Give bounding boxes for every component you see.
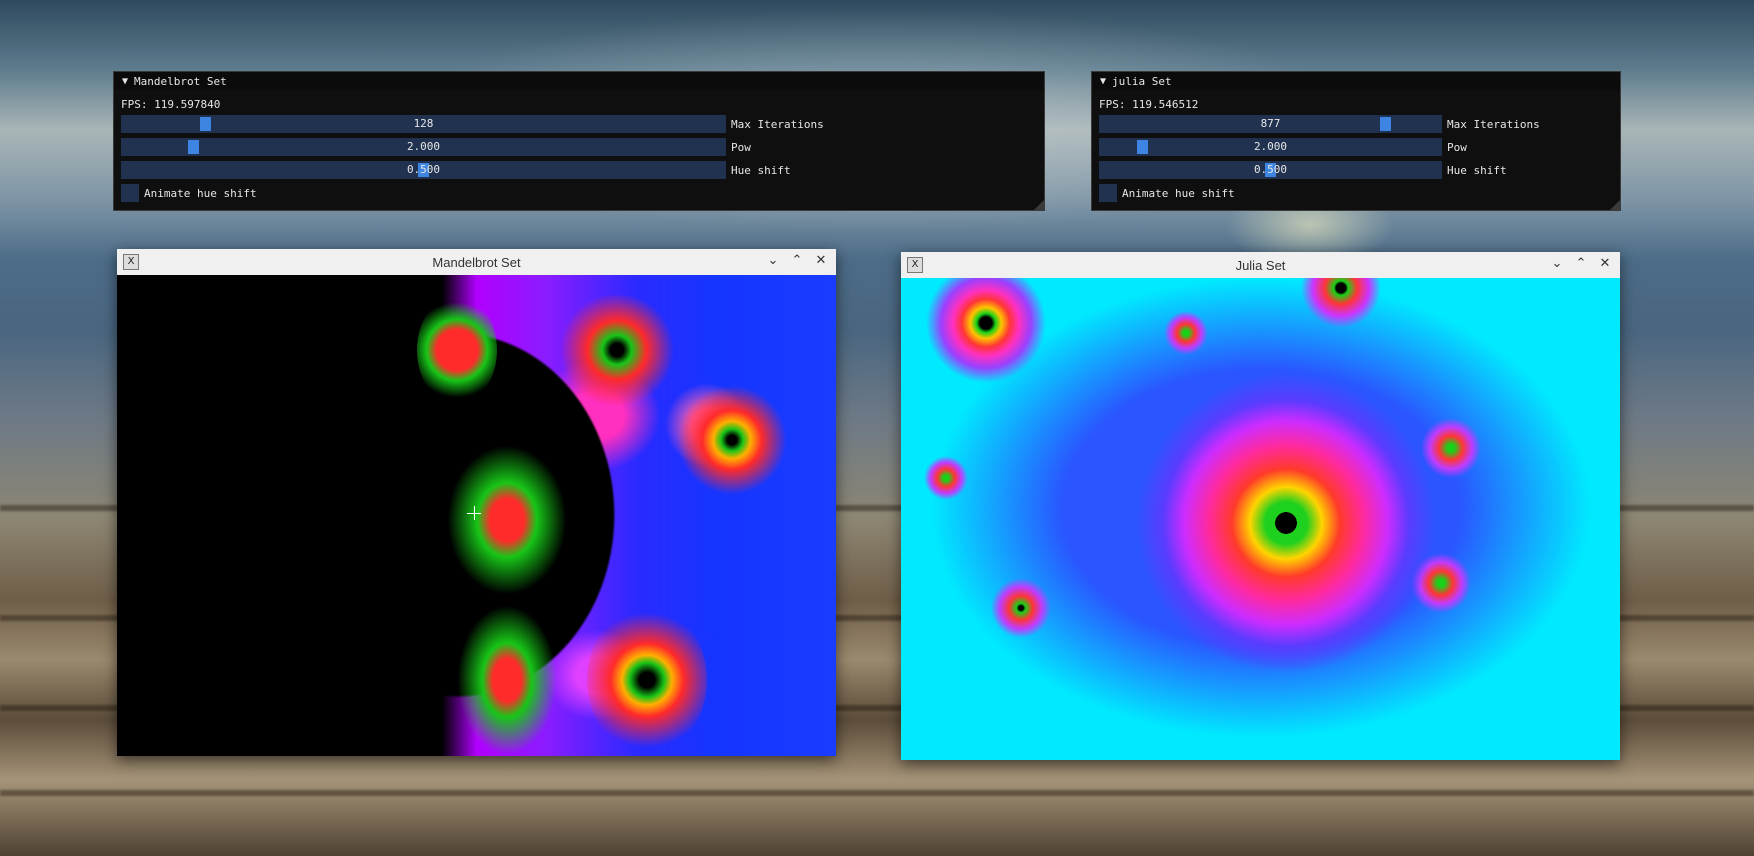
animate-hue-checkbox[interactable] [121, 184, 139, 202]
fractal-filament [587, 605, 707, 755]
slider-value: 128 [413, 117, 434, 130]
hue-shift-slider[interactable]: 0.500 [1099, 161, 1442, 179]
panel-titlebar[interactable]: ▼ julia Set [1092, 72, 1620, 90]
mandelbrot-window: X Mandelbrot Set ⌄ ⌃ ✕ [117, 249, 836, 756]
wallpaper-plank [0, 790, 1754, 796]
fps-readout: FPS: 119.546512 [1099, 98, 1199, 111]
slider-label: Pow [731, 140, 751, 154]
window-titlebar[interactable]: X Julia Set ⌄ ⌃ ✕ [901, 252, 1620, 278]
slider-label: Max Iterations [1447, 117, 1540, 131]
window-titlebar[interactable]: X Mandelbrot Set ⌄ ⌃ ✕ [117, 249, 836, 275]
slider-label: Pow [1447, 140, 1467, 154]
mandelbrot-control-panel: ▼ Mandelbrot Set FPS: 119.597840 128 Max… [113, 71, 1045, 211]
slider-value: 2.000 [1253, 140, 1288, 153]
slider-label: Hue shift [1447, 163, 1507, 177]
checkbox-label: Animate hue shift [1122, 186, 1235, 200]
mandelbrot-render[interactable] [117, 275, 836, 756]
slider-value: 877 [1260, 117, 1281, 130]
resize-grip[interactable] [1610, 200, 1620, 210]
slider-value: 0.500 [406, 163, 441, 176]
hue-shift-slider[interactable]: 0.500 [121, 161, 726, 179]
maximize-icon[interactable]: ⌃ [788, 252, 806, 270]
pow-slider[interactable]: 2.000 [1099, 138, 1442, 156]
x-window-icon: X [123, 254, 139, 270]
window-title: Mandelbrot Set [432, 254, 521, 270]
collapse-arrow-icon[interactable]: ▼ [122, 76, 128, 87]
max-iterations-slider[interactable]: 128 [121, 115, 726, 133]
pow-slider[interactable]: 2.000 [121, 138, 726, 156]
close-icon[interactable]: ✕ [812, 252, 830, 270]
resize-grip[interactable] [1034, 200, 1044, 210]
x-window-icon: X [907, 257, 923, 273]
panel-titlebar[interactable]: ▼ Mandelbrot Set [114, 72, 1044, 90]
collapse-arrow-icon[interactable]: ▼ [1100, 76, 1106, 87]
crosshair-cursor [474, 506, 475, 520]
window-title: Julia Set [1235, 257, 1286, 273]
slider-value: 2.000 [406, 140, 441, 153]
max-iterations-slider[interactable]: 877 [1099, 115, 1442, 133]
maximize-icon[interactable]: ⌃ [1572, 255, 1590, 273]
panel-title: julia Set [1112, 74, 1172, 88]
minimize-icon[interactable]: ⌄ [1548, 255, 1566, 273]
fractal-filament [447, 445, 567, 595]
slider-value: 0.500 [1253, 163, 1288, 176]
julia-control-panel: ▼ julia Set FPS: 119.546512 877 Max Iter… [1091, 71, 1621, 211]
minimize-icon[interactable]: ⌄ [764, 252, 782, 270]
slider-label: Max Iterations [731, 117, 824, 131]
fractal-filament [417, 295, 497, 405]
animate-hue-checkbox[interactable] [1099, 184, 1117, 202]
julia-window: X Julia Set ⌄ ⌃ ✕ [901, 252, 1620, 760]
fractal-filament [677, 385, 787, 495]
checkbox-label: Animate hue shift [144, 186, 257, 200]
julia-render[interactable] [901, 278, 1620, 760]
mandelbrot-interior [117, 275, 437, 756]
fps-readout: FPS: 119.597840 [121, 98, 221, 111]
fractal-filament [457, 605, 557, 755]
panel-title: Mandelbrot Set [134, 74, 227, 88]
close-icon[interactable]: ✕ [1596, 255, 1614, 273]
fractal-filament [557, 295, 677, 405]
slider-label: Hue shift [731, 163, 791, 177]
